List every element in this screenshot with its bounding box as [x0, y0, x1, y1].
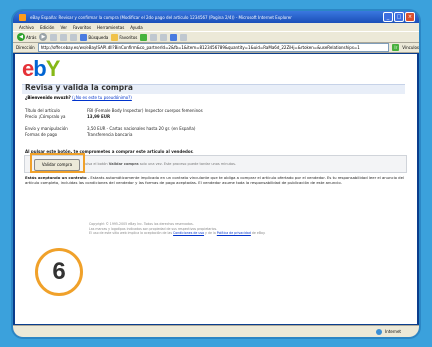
search-label: Búsqueda — [88, 34, 109, 40]
favorites-label: Favoritos — [119, 34, 138, 40]
ie-icon — [19, 13, 26, 21]
menu-ver[interactable]: Ver — [60, 25, 67, 30]
mail-icon[interactable] — [150, 33, 158, 41]
hint-bold: Validar compra — [108, 162, 139, 166]
page-title: Revisa y valida la compra — [25, 83, 133, 92]
welcome-text: ¿Bienvenido mvozh? — [25, 95, 71, 100]
footer-terms-mid: y de la — [204, 231, 217, 235]
status-bar: Internet — [13, 325, 419, 337]
row-value: Transferencia bancaria — [87, 132, 133, 137]
summary-row: Formas de pago Transferencia bancaria — [25, 132, 203, 138]
messenger-icon[interactable] — [180, 33, 188, 41]
print-icon[interactable] — [160, 33, 168, 41]
forward-button[interactable]: ▶ — [39, 33, 48, 41]
stop-icon[interactable] — [50, 33, 58, 41]
row-value: 13,99 EUR — [87, 114, 110, 120]
window-controls: _ □ × — [383, 12, 415, 22]
go-button[interactable]: Ir — [392, 44, 400, 51]
menu-bar: Archivo Edición Ver Favoritos Herramient… — [13, 23, 419, 31]
back-arrow-icon: ◀ — [17, 33, 25, 41]
logo-e: e — [22, 56, 34, 81]
button-hint: Pulsa el botón Validar compra solo una v… — [83, 162, 236, 166]
home-icon[interactable] — [70, 33, 78, 41]
media-icon[interactable] — [140, 33, 148, 41]
privacy-policy-link[interactable]: Política de privacidad — [217, 231, 251, 235]
address-bar: Dirección http://offer.ebay.es/ws/eBayIS… — [13, 43, 419, 53]
toolbar: ◀ Atrás ▶ Búsqueda Favoritos — [13, 31, 419, 43]
menu-ayuda[interactable]: Ayuda — [130, 25, 142, 30]
page-footer: Copyright © 1995-2005 eBay Inc. Todos lo… — [89, 222, 289, 236]
menu-edicion[interactable]: Edición — [40, 25, 54, 30]
links-label[interactable]: Vínculos — [402, 45, 419, 50]
row-label: Precio ¡Cómpralo ya — [25, 114, 66, 119]
maximize-button[interactable]: □ — [394, 12, 404, 22]
footer-terms-prefix: El uso de este sitio web implica la acep… — [89, 231, 173, 235]
favorites-button[interactable]: Favoritos — [111, 33, 138, 41]
edit-icon[interactable] — [170, 33, 178, 41]
address-input[interactable]: http://offer.ebay.es/ws/eBayISAPI.dll?Bi… — [37, 43, 390, 52]
contract-notice: Estás aceptando un contrato - Estarás au… — [25, 175, 405, 185]
refresh-icon[interactable] — [60, 33, 68, 41]
step-number-badge: 6 — [35, 248, 83, 296]
title-bar: eBay España: Revisar y confirmar la comp… — [13, 11, 419, 23]
hint-prefix: Pulsa el botón — [83, 162, 108, 166]
terms-of-use-link[interactable]: Condiciones de uso — [173, 231, 204, 235]
browser-window: eBay España: Revisar y confirmar la comp… — [13, 11, 419, 337]
window-title: eBay España: Revisar y confirmar la comp… — [30, 14, 292, 20]
menu-herramientas[interactable]: Herramientas — [97, 25, 124, 30]
minimize-button[interactable]: _ — [383, 12, 393, 22]
menu-archivo[interactable]: Archivo — [19, 25, 34, 30]
address-label: Dirección — [16, 45, 35, 50]
back-label: Atrás — [26, 34, 37, 40]
logo-y: Y — [45, 56, 61, 81]
price-value: 13,99 EUR — [87, 114, 111, 119]
footer-terms-suffix: de eBay. — [250, 231, 266, 235]
menu-favoritos[interactable]: Favoritos — [73, 25, 91, 30]
footer-terms: El uso de este sitio web implica la acep… — [89, 231, 289, 236]
logo-b: b — [33, 56, 46, 81]
search-button[interactable]: Búsqueda — [80, 33, 109, 41]
row-label: Formas de pago — [25, 132, 58, 137]
welcome-line: ¿Bienvenido mvozh? (¿No es este tu pseud… — [25, 95, 132, 100]
search-icon — [80, 33, 88, 41]
not-your-id-link[interactable]: (¿No es este tu pseudónimo?) — [72, 95, 132, 100]
item-summary: Título del artículo FBI (Female Body Ins… — [25, 108, 203, 138]
close-button[interactable]: × — [405, 12, 415, 22]
zone-label: Internet — [385, 329, 401, 334]
back-button[interactable]: ◀ Atrás — [17, 33, 36, 41]
internet-zone-icon — [376, 328, 383, 335]
ebay-logo[interactable]: ebY — [22, 56, 61, 81]
button-highlight-frame — [30, 153, 85, 173]
page-content: ebY Revisa y valida la compra ¿Bienvenid… — [15, 54, 417, 324]
hint-suffix: solo una vez. Este proceso puede tardar … — [139, 162, 237, 166]
favorites-star-icon — [111, 33, 119, 41]
